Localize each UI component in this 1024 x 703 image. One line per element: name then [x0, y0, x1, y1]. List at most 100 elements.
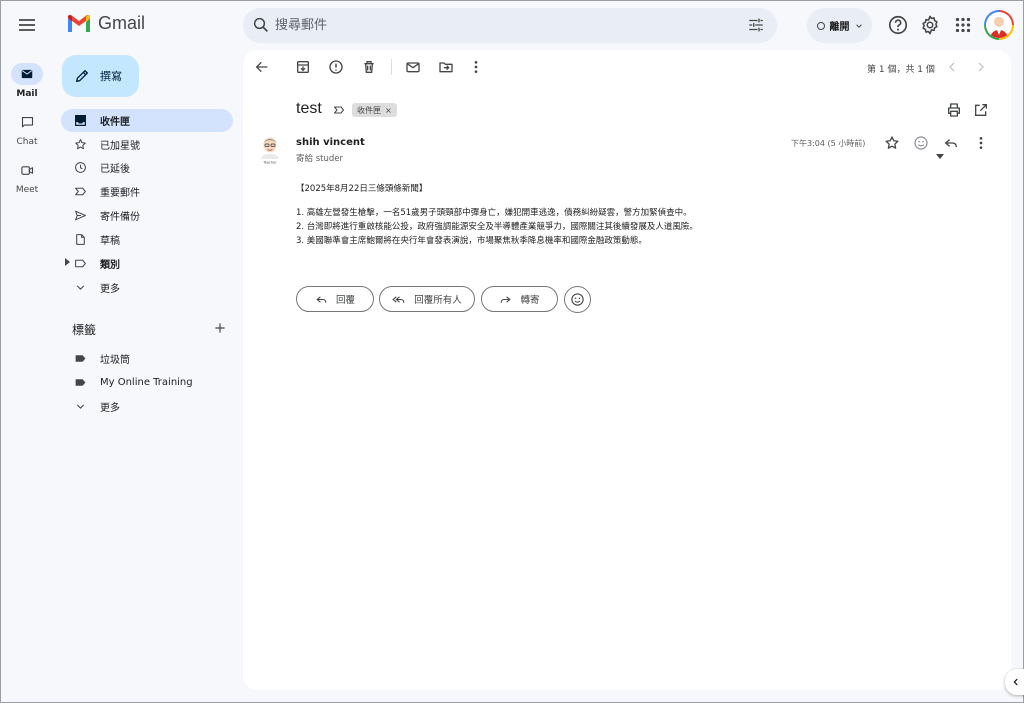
labels-more[interactable]: 更多 — [61, 395, 233, 418]
search-options-icon[interactable] — [747, 16, 765, 34]
rail-meet-label: Meet — [15, 185, 39, 195]
draft-document-icon — [74, 233, 87, 246]
important-marker-icon[interactable] — [333, 104, 345, 116]
forward-button-label: 轉寄 — [520, 295, 540, 306]
chevron-down-icon — [74, 400, 87, 413]
nav-snoozed[interactable]: 已延後 — [61, 156, 233, 179]
svg-text:Teacher: Teacher — [262, 161, 277, 165]
report-spam-icon[interactable] — [328, 59, 344, 75]
reply-button-label: 回覆 — [335, 295, 355, 306]
label-chip-text: 收件匣 — [357, 105, 381, 115]
nav-important[interactable]: 重要郵件 — [61, 180, 233, 203]
mail-icon — [11, 63, 43, 85]
emoji-smile-icon — [571, 293, 584, 306]
back-arrow-icon[interactable] — [254, 59, 270, 75]
more-vertical-icon[interactable] — [468, 59, 484, 75]
forward-arrow-icon — [501, 295, 512, 303]
chat-icon — [11, 111, 43, 133]
video-camera-icon — [11, 159, 43, 181]
search-input[interactable] — [275, 8, 715, 43]
older-chevron-right-icon[interactable] — [973, 59, 989, 75]
rail-chat-label: Chat — [16, 137, 38, 147]
move-to-folder-icon[interactable] — [438, 59, 454, 75]
rail-chat[interactable]: Chat — [1, 111, 53, 147]
search-bar — [243, 8, 777, 43]
nav-inbox-label: 收件匣 — [100, 117, 130, 128]
label-item-label: My Online Training — [100, 377, 193, 388]
nav-more-label: 更多 — [100, 284, 120, 295]
label-outline-icon — [74, 257, 87, 270]
pagination-text: 第 1 個，共 1 個 — [867, 65, 935, 75]
status-dropdown[interactable]: 離開 — [807, 8, 872, 43]
nav-categories-label: 類別 — [100, 260, 120, 271]
emoji-reaction-button[interactable] — [564, 286, 591, 313]
apps-grid-icon[interactable] — [952, 14, 974, 36]
gmail-m-icon — [68, 14, 90, 32]
pencil-icon — [76, 70, 88, 82]
details-dropdown-icon[interactable] — [936, 154, 944, 160]
inbox-icon — [74, 114, 87, 127]
forward-button[interactable]: 轉寄 — [481, 286, 558, 312]
nav-categories[interactable]: 類別 — [61, 252, 233, 275]
reply-arrow-icon — [316, 295, 327, 303]
mark-unread-icon[interactable] — [405, 59, 421, 75]
nav-drafts[interactable]: 草稿 — [61, 228, 233, 251]
account-avatar[interactable] — [984, 10, 1014, 40]
delete-trash-icon[interactable] — [361, 59, 377, 75]
body-line-2: 2. 台灣即將進行重啟核能公投，政府強調能源安全及半導體產業競爭力，國際關注其後… — [296, 222, 698, 232]
help-icon[interactable] — [887, 14, 909, 36]
label-item-label: 垃圾筒 — [100, 355, 130, 366]
message-more-vertical-icon[interactable] — [973, 135, 989, 151]
archive-icon[interactable] — [295, 59, 311, 75]
gmail-logo-text: Gmail — [98, 13, 146, 33]
reply-all-arrow-icon — [392, 295, 405, 303]
remove-label-close-icon[interactable]: × — [385, 106, 392, 115]
main-menu-icon[interactable] — [15, 13, 39, 37]
nav-sent-label: 寄件備份 — [100, 212, 140, 223]
chevron-left-icon — [1013, 678, 1018, 686]
label-item-trash[interactable]: 垃圾筒 — [61, 347, 233, 370]
add-reaction-emoji-icon[interactable] — [913, 135, 929, 151]
message-timestamp: 下午3:04 (5 小時前) — [791, 139, 866, 148]
nav-sent[interactable]: 寄件備份 — [61, 204, 233, 227]
clock-icon — [74, 161, 87, 174]
reply-button[interactable]: 回覆 — [296, 286, 374, 312]
settings-gear-icon[interactable] — [919, 14, 941, 36]
print-icon[interactable] — [946, 102, 962, 118]
compose-button[interactable]: 撰寫 — [62, 55, 139, 97]
chevron-down-icon — [74, 281, 87, 294]
open-new-window-icon[interactable] — [973, 102, 989, 118]
label-filled-icon — [74, 376, 87, 389]
email-subject: test — [296, 100, 322, 117]
label-item-my-online-training[interactable]: My Online Training — [61, 371, 233, 394]
gmail-logo[interactable]: Gmail — [67, 13, 145, 34]
sender-avatar[interactable]: Teacher — [259, 135, 281, 165]
star-icon — [74, 138, 87, 151]
star-icon[interactable] — [884, 135, 900, 151]
label-filled-icon — [74, 352, 87, 365]
search-icon[interactable] — [252, 16, 270, 34]
rail-mail-label: Mail — [16, 89, 38, 99]
nav-inbox[interactable]: 收件匣 — [61, 109, 233, 132]
newer-chevron-left-icon[interactable] — [944, 59, 960, 75]
labels-heading: 標籤 — [72, 323, 97, 337]
sender-name[interactable]: shih vincent — [296, 137, 365, 148]
status-indicator-icon — [816, 21, 825, 30]
reply-all-button-label: 回覆所有人 — [414, 295, 462, 306]
compose-label: 撰寫 — [100, 70, 122, 83]
nav-important-label: 重要郵件 — [100, 188, 140, 199]
reply-arrow-icon[interactable] — [943, 135, 959, 151]
body-line-3: 3. 美國聯準會主席鮑爾將在央行年會發表演說，市場聚焦秋季降息機率和國際金融政策… — [296, 236, 647, 246]
nav-more[interactable]: 更多 — [61, 276, 233, 299]
inbox-label-chip[interactable]: 收件匣 × — [352, 103, 397, 117]
important-marker-icon — [74, 185, 87, 198]
body-headline: 【2025年8月22日三條頭條新聞】 — [296, 184, 428, 194]
toolbar-divider — [391, 59, 392, 75]
rail-mail[interactable]: Mail — [1, 63, 53, 99]
reply-all-button[interactable]: 回覆所有人 — [379, 286, 475, 312]
add-label-plus-icon[interactable] — [213, 321, 227, 335]
rail-meet[interactable]: Meet — [1, 159, 53, 195]
nav-starred[interactable]: 已加星號 — [61, 133, 233, 156]
chevron-down-icon — [855, 23, 862, 28]
side-panel-toggle[interactable] — [1005, 669, 1024, 695]
